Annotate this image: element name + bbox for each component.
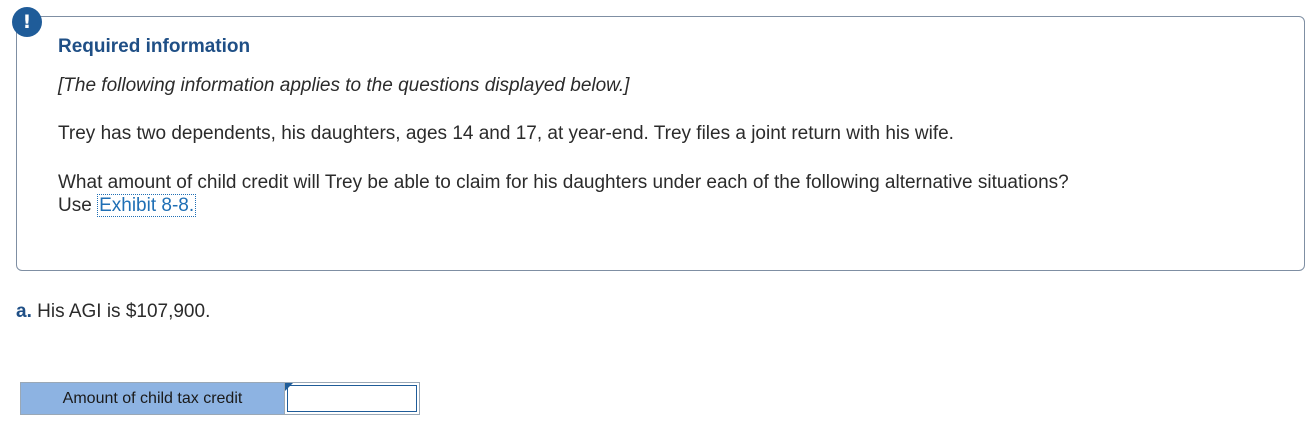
info-note: [The following information applies to th… xyxy=(58,75,630,96)
cell-marker-icon xyxy=(285,383,293,391)
question-paragraph: What amount of child credit will Trey be… xyxy=(58,171,1258,217)
child-tax-credit-input[interactable] xyxy=(287,385,417,412)
answer-row: Amount of child tax credit xyxy=(20,382,420,415)
exhibit-link[interactable]: Exhibit 8-8. xyxy=(97,194,197,217)
answer-label: Amount of child tax credit xyxy=(21,383,285,414)
page: ! Required information [The following in… xyxy=(0,0,1309,428)
question-a: a. His AGI is $107,900. xyxy=(16,301,210,323)
exclamation-icon: ! xyxy=(12,7,42,37)
use-text: Use xyxy=(58,195,92,216)
question-letter: a. xyxy=(16,301,32,322)
answer-cell xyxy=(285,383,419,414)
question-text: His AGI is $107,900. xyxy=(37,301,211,322)
question-paragraph-text: What amount of child credit will Trey be… xyxy=(58,172,1069,193)
required-information-title: Required information xyxy=(58,36,251,57)
scenario-paragraph: Trey has two dependents, his daughters, … xyxy=(58,123,954,144)
